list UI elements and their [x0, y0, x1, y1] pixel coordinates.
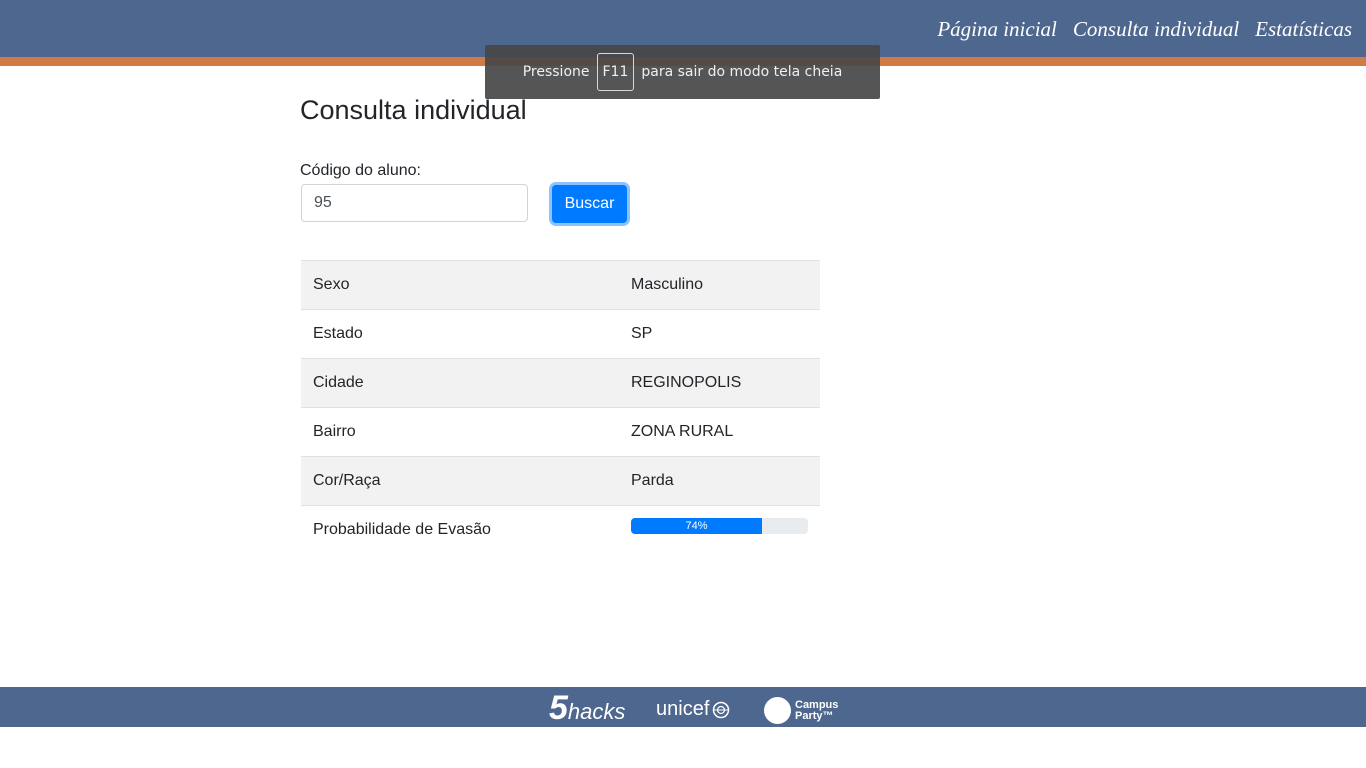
- main-nav: Página inicial Consulta individual Estat…: [937, 16, 1352, 42]
- unicef-emblem-icon: [713, 701, 730, 718]
- student-info-table: Sexo Masculino Estado SP Cidade REGINOPO…: [301, 260, 820, 555]
- student-code-label: Código do aluno:: [300, 162, 421, 179]
- fullscreen-exit-notice: Pressione F11 para sair do modo tela che…: [485, 45, 880, 99]
- row-label-neighborhood: Bairro: [313, 423, 356, 440]
- row-value-city: REGINOPOLIS: [631, 374, 742, 391]
- dropout-progress-track: 74%: [631, 518, 808, 534]
- footer-bar: 5hacks unicef Campus Party™: [0, 687, 1366, 727]
- 5hacks-logo-word: hacks: [567, 699, 626, 724]
- row-label-city: Cidade: [313, 374, 364, 391]
- row-value-state: SP: [631, 325, 653, 342]
- nav-link-home[interactable]: Página inicial: [937, 16, 1057, 42]
- fullscreen-notice-before: Pressione: [522, 64, 590, 80]
- table-row: Estado SP: [301, 309, 820, 359]
- row-label-state: Estado: [313, 325, 363, 342]
- unicef-logo-text: unicef: [656, 698, 710, 720]
- page-title: Consulta individual: [300, 95, 527, 125]
- student-code-input[interactable]: [301, 184, 528, 222]
- search-button[interactable]: Buscar: [552, 185, 627, 223]
- campus-party-logo: Campus Party™: [764, 697, 838, 724]
- nav-link-statistics[interactable]: Estatísticas: [1255, 16, 1352, 42]
- row-value-race: Parda: [631, 472, 674, 489]
- nav-link-individual-query[interactable]: Consulta individual: [1073, 16, 1239, 42]
- table-row: Cidade REGINOPOLIS: [301, 358, 820, 408]
- f11-key-badge: F11: [596, 53, 635, 91]
- table-row: Sexo Masculino: [301, 260, 820, 310]
- campus-party-line2: Party™: [795, 709, 834, 722]
- 5hacks-logo: 5hacks: [549, 691, 625, 725]
- table-row: Cor/Raça Parda: [301, 456, 820, 506]
- fullscreen-notice-after: para sair do modo tela cheia: [641, 64, 843, 80]
- row-label-race: Cor/Raça: [313, 472, 381, 489]
- campus-party-circle-icon: [764, 697, 791, 724]
- row-label-dropout-probability: Probabilidade de Evasão: [313, 521, 491, 538]
- table-row: Bairro ZONA RURAL: [301, 407, 820, 457]
- row-value-dropout-probability: 74%: [619, 506, 820, 555]
- 5hacks-logo-number: 5: [549, 689, 568, 727]
- unicef-logo: unicef: [656, 698, 730, 721]
- dropout-progress-bar: 74%: [631, 518, 762, 534]
- campus-party-line1: Campus: [795, 698, 839, 711]
- row-value-sex: Masculino: [631, 276, 704, 293]
- table-row: Probabilidade de Evasão 74%: [301, 505, 820, 555]
- row-value-neighborhood: ZONA RURAL: [631, 423, 734, 440]
- row-label-sex: Sexo: [313, 276, 350, 293]
